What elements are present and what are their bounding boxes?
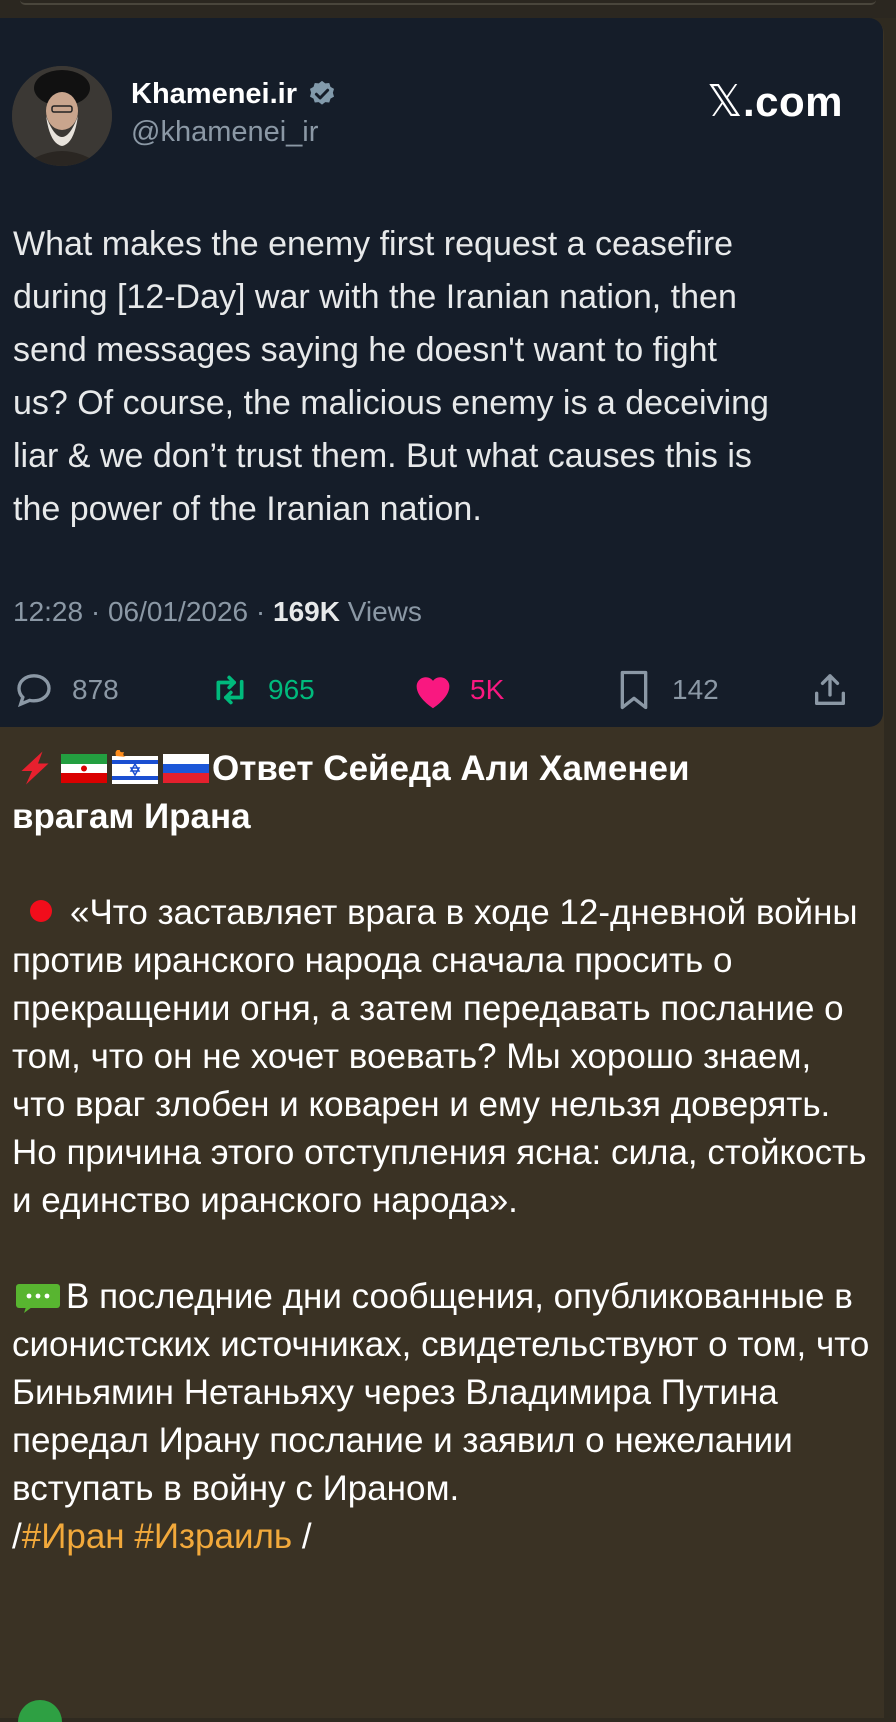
like-heart-icon — [416, 677, 450, 709]
like-stat: 5K — [410, 668, 504, 712]
iran-flag-emoji — [61, 754, 107, 783]
reply-count: 878 — [72, 674, 119, 705]
tweet-time: 12:28 — [13, 596, 84, 627]
repost-stat: 965 — [210, 668, 315, 712]
author-name: Khamenei.ir — [131, 77, 297, 110]
x-logo-icon: 𝕏 — [707, 76, 743, 127]
tweet-meta: 12:28 · 06/01/2026 · 169K Views — [13, 596, 422, 628]
verified-badge-icon — [310, 80, 334, 105]
red-circle-icon — [30, 900, 52, 922]
quote-text: «Что заставляет врага в ходе 12-дневной … — [12, 893, 867, 1220]
bookmark-count: 142 — [672, 674, 719, 705]
note-paragraph: В последние дни сообщения, опубликованны… — [12, 1273, 872, 1561]
x-com-logo: 𝕏.com — [707, 76, 843, 127]
reply-icon — [17, 674, 51, 708]
tweet-screenshot-card: Khamenei.ir @khamenei_ir 𝕏.com What make… — [0, 18, 883, 727]
tweet-date: 06/01/2026 — [107, 596, 249, 627]
message-text: Ответ Сейеда Али Хаменеи врагам Ирана «Ч… — [12, 745, 872, 1561]
slash-open: / — [12, 1517, 22, 1556]
bookmark-stat: 142 — [614, 668, 719, 712]
hashtag-iran[interactable]: #Иран — [22, 1517, 125, 1556]
bookmark-icon — [620, 670, 648, 710]
meta-separator: · — [90, 596, 101, 627]
avatar — [12, 66, 112, 166]
share-stat — [810, 668, 850, 712]
headline-line1: Ответ Сейеда Али Хаменеи — [212, 749, 690, 788]
message-headline: Ответ Сейеда Али Хаменеи врагам Ирана — [12, 745, 872, 841]
reply-stat: 878 — [14, 668, 119, 712]
russia-flag-emoji — [163, 754, 209, 783]
views-label: Views — [347, 596, 422, 627]
quote-paragraph: «Что заставляет врага в ходе 12-дневной … — [12, 889, 872, 1225]
slash-close: / — [301, 1517, 312, 1556]
author-handle: @khamenei_ir — [131, 116, 319, 148]
speech-bubble-icon — [16, 1284, 60, 1313]
like-count: 5K — [470, 674, 505, 705]
author-name-row: Khamenei.ir — [131, 74, 337, 114]
hashtag-israel[interactable]: #Израиль — [134, 1517, 292, 1556]
repost-icon — [216, 675, 244, 705]
israel-flag-burning-emoji — [112, 750, 158, 784]
views-count: 169K — [273, 596, 340, 627]
lightning-emoji — [21, 751, 49, 785]
previous-message-edge — [0, 0, 896, 18]
tweet-text: What makes the enemy first request a cea… — [13, 225, 769, 528]
repost-count: 965 — [268, 674, 315, 705]
meta-separator: · — [255, 596, 266, 627]
share-icon — [815, 674, 845, 705]
brand-suffix: .com — [742, 78, 843, 125]
headline-line2: врагам Ирана — [12, 797, 251, 836]
note-text: В последние дни сообщения, опубликованны… — [12, 1277, 870, 1508]
